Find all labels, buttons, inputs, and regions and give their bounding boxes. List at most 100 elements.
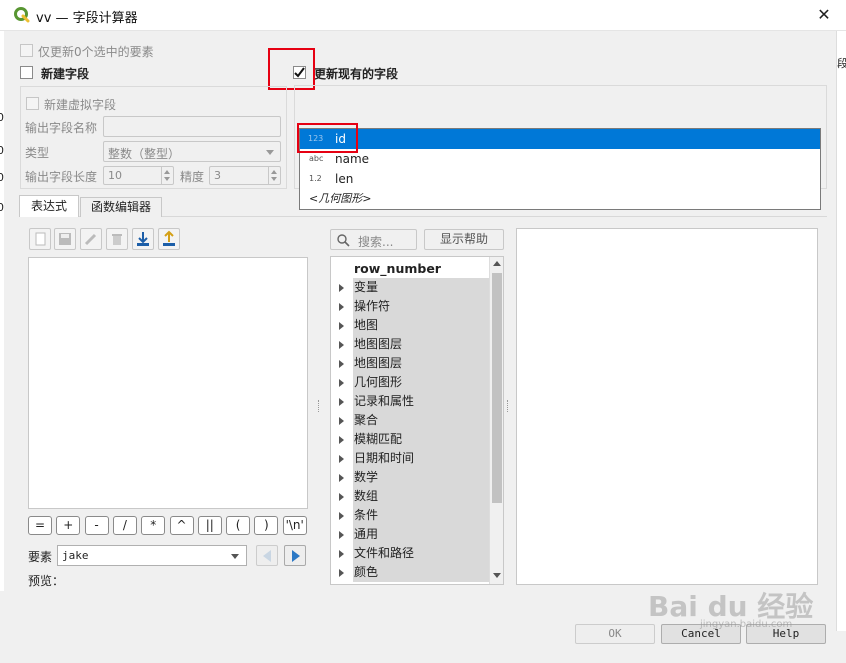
only-selected-checkbox[interactable]: [20, 44, 33, 57]
expand-arrow-icon[interactable]: [339, 474, 344, 482]
operator-button[interactable]: ^: [169, 516, 194, 535]
precision-value: 3: [214, 169, 221, 182]
operator-button[interactable]: =: [28, 516, 52, 535]
ok-button[interactable]: OK: [575, 624, 655, 644]
expand-arrow-icon[interactable]: [339, 493, 344, 501]
expand-arrow-icon[interactable]: [339, 379, 344, 387]
expand-arrow-icon[interactable]: [339, 303, 344, 311]
scroll-thumb[interactable]: [492, 273, 502, 503]
watermark-subtext: jingyan.baidu.com: [700, 619, 793, 630]
operator-button[interactable]: +: [56, 516, 81, 535]
title-bar: vv — 字段计算器 ✕: [0, 0, 846, 31]
operator-button[interactable]: ): [254, 516, 279, 535]
expand-arrow-icon[interactable]: [339, 341, 344, 349]
operator-button[interactable]: /: [112, 516, 137, 535]
tree-group-item[interactable]: 操作符: [353, 297, 489, 316]
search-input[interactable]: 搜索...: [330, 229, 417, 250]
scroll-up-icon[interactable]: [493, 261, 501, 266]
bg-digit: 0: [0, 201, 4, 214]
expand-arrow-icon[interactable]: [339, 322, 344, 330]
field-option-id[interactable]: 123 id: [300, 129, 820, 149]
tree-group-item[interactable]: 模糊匹配: [353, 430, 489, 449]
expand-arrow-icon[interactable]: [339, 550, 344, 558]
expand-arrow-icon[interactable]: [339, 360, 344, 368]
scroll-down-icon[interactable]: [493, 573, 501, 578]
tree-group-item[interactable]: 条件: [353, 506, 489, 525]
tree-group-item[interactable]: 数组: [353, 487, 489, 506]
tree-group-item[interactable]: 几何图形: [353, 373, 489, 392]
expand-arrow-icon[interactable]: [339, 531, 344, 539]
tree-scrollbar[interactable]: [489, 257, 503, 584]
tree-item-row-number[interactable]: row_number: [353, 259, 489, 278]
field-option-geometry[interactable]: <几何图形>: [300, 189, 820, 209]
tree-group-item[interactable]: 通用: [353, 525, 489, 544]
update-existing-label: 更新现有的字段: [314, 67, 399, 81]
virtual-field-label: 新建虚拟字段: [44, 98, 117, 112]
feature-select[interactable]: jake: [57, 545, 247, 566]
tree-group-item[interactable]: 地图图层: [353, 335, 489, 354]
tab-expression[interactable]: 表达式: [19, 195, 79, 217]
new-file-icon[interactable]: [29, 228, 51, 250]
operator-button[interactable]: '\n': [282, 516, 307, 535]
delete-icon[interactable]: [106, 228, 128, 250]
expand-arrow-icon[interactable]: [339, 284, 344, 292]
operator-button[interactable]: (: [226, 516, 251, 535]
feature-value: jake: [62, 549, 89, 562]
tree-group-item[interactable]: 颜色: [353, 563, 489, 582]
arrow-left-icon: [263, 550, 271, 562]
length-spinbox[interactable]: 10: [103, 166, 174, 185]
tree-group-item[interactable]: 变量: [353, 278, 489, 297]
spin-arrows-icon[interactable]: [161, 167, 173, 184]
expand-arrow-icon[interactable]: [339, 417, 344, 425]
decimal-type-icon: 1.2: [309, 174, 322, 183]
window-title: vv — 字段计算器: [36, 11, 138, 26]
tree-group-item[interactable]: 日期和时间: [353, 449, 489, 468]
spin-arrows-icon[interactable]: [268, 167, 280, 184]
close-icon[interactable]: ✕: [816, 7, 832, 23]
next-feature-button[interactable]: [284, 545, 306, 566]
splitter-handle[interactable]: [318, 400, 320, 412]
field-option-name[interactable]: abc name: [300, 149, 820, 169]
expand-arrow-icon[interactable]: [339, 436, 344, 444]
tree-group-item[interactable]: 聚合: [353, 411, 489, 430]
operator-button[interactable]: *: [141, 516, 166, 535]
save-icon[interactable]: [54, 228, 76, 250]
precision-label: 精度: [180, 170, 205, 184]
expand-arrow-icon[interactable]: [339, 569, 344, 577]
show-help-button[interactable]: 显示帮助: [424, 229, 504, 250]
field-option-len[interactable]: 1.2 len: [300, 169, 820, 189]
help-panel: [516, 228, 818, 585]
chevron-down-icon: [266, 150, 274, 155]
tree-group-item[interactable]: 地图: [353, 316, 489, 335]
tree-group-item[interactable]: 地图图层: [353, 354, 489, 373]
chevron-down-icon: [231, 554, 239, 559]
tree-group-item[interactable]: 数学: [353, 468, 489, 487]
tab-label: 表达式: [30, 199, 67, 213]
expand-arrow-icon[interactable]: [339, 512, 344, 520]
expression-editor[interactable]: [28, 257, 308, 509]
type-select[interactable]: 整数（整型）: [103, 141, 281, 162]
operator-button[interactable]: -: [84, 516, 109, 535]
field-dropdown-list[interactable]: 123 id abc name 1.2 len <几何图形>: [299, 128, 821, 210]
bg-digit: 0: [0, 144, 4, 157]
new-field-checkbox[interactable]: [20, 66, 33, 79]
expand-arrow-icon[interactable]: [339, 455, 344, 463]
tab-function-editor[interactable]: 函数编辑器: [80, 197, 162, 217]
virtual-field-checkbox[interactable]: [26, 97, 39, 110]
watermark-sub: jingyan.baidu.com: [700, 619, 792, 630]
output-name-input[interactable]: [103, 116, 281, 137]
export-icon[interactable]: [158, 228, 180, 250]
operator-button[interactable]: ||: [197, 516, 222, 535]
tree-group-item[interactable]: 文件和路径: [353, 544, 489, 563]
highlight-box-id: [297, 123, 358, 153]
edit-icon[interactable]: [80, 228, 102, 250]
precision-spinbox[interactable]: 3: [209, 166, 281, 185]
previous-feature-button[interactable]: [256, 545, 278, 566]
tab-label: 函数编辑器: [90, 200, 151, 214]
import-icon[interactable]: [132, 228, 154, 250]
ok-label: OK: [608, 627, 622, 640]
preview-label: 预览：: [28, 574, 65, 588]
tree-group-item[interactable]: 记录和属性: [353, 392, 489, 411]
expand-arrow-icon[interactable]: [339, 398, 344, 406]
splitter-handle[interactable]: [507, 400, 509, 412]
